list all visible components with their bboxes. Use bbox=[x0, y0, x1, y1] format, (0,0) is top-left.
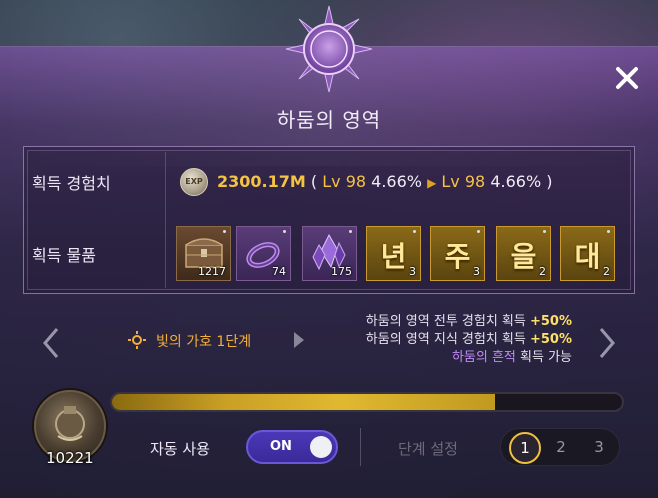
item-dot bbox=[223, 230, 226, 233]
item-count: 74 bbox=[272, 265, 286, 278]
chevron-left-icon[interactable] bbox=[40, 326, 62, 360]
level-from: Lv 98 bbox=[322, 172, 367, 191]
buff-effect-text: 획득 가능 bbox=[515, 350, 572, 365]
progress-bar bbox=[110, 392, 624, 412]
exp-row-label: 획득 경험치 bbox=[32, 174, 111, 193]
item-dot bbox=[413, 230, 416, 233]
progress-fill bbox=[112, 394, 495, 410]
stage-2-button[interactable]: 2 bbox=[545, 432, 577, 464]
item-slot-glyph-4[interactable]: 대 2 bbox=[560, 226, 615, 281]
item-slot-chest[interactable]: 1217 bbox=[176, 226, 231, 281]
item-count: 3 bbox=[473, 265, 480, 278]
item-slot-glyph-1[interactable]: 년 3 bbox=[366, 226, 421, 281]
triangle-right-icon bbox=[294, 332, 304, 348]
stage-3-button[interactable]: 3 bbox=[583, 432, 615, 464]
item-slot-bracelet[interactable]: 74 bbox=[236, 226, 291, 281]
exp-paren-close: ) bbox=[541, 172, 553, 191]
item-slot-glyph-3[interactable]: 을 2 bbox=[496, 226, 551, 281]
potion-count: 10221 bbox=[46, 449, 94, 467]
buff-effect-percent: +50% bbox=[529, 332, 572, 347]
item-slot-glyph-2[interactable]: 주 3 bbox=[430, 226, 485, 281]
item-dot bbox=[607, 230, 610, 233]
item-dot bbox=[477, 230, 480, 233]
item-dot bbox=[543, 230, 546, 233]
stage-setting-label: 단계 설정 bbox=[398, 440, 458, 458]
exp-coin-icon: EXP bbox=[180, 168, 208, 196]
items-row-label: 획득 물품 bbox=[32, 246, 96, 265]
buff-effect-text: 하둠의 영역 지식 경험치 획득 bbox=[365, 332, 530, 347]
exp-value-line: 2300.17M ( Lv 98 4.66% ▶ Lv 98 4.66% ) bbox=[217, 172, 552, 191]
item-count: 3 bbox=[409, 265, 416, 278]
buff-name: 빛의 가호 1단계 bbox=[156, 334, 252, 350]
auto-use-label: 자동 사용 bbox=[150, 440, 210, 458]
buff-effects: 하둠의 영역 전투 경험치 획득 +50% 하둠의 영역 지식 경험치 획득 +… bbox=[312, 313, 572, 367]
toggle-label: ON bbox=[270, 439, 292, 454]
buff-effect-text: 하둠의 영역 전투 경험치 획득 bbox=[365, 314, 530, 329]
item-count: 1217 bbox=[198, 265, 226, 278]
treasure-chest-icon bbox=[185, 238, 223, 268]
buff-effect-percent: +50% bbox=[529, 314, 572, 329]
buff-effect-combat: 하둠의 영역 전투 경험치 획득 +50% bbox=[312, 313, 572, 331]
sun-moon-emblem-icon bbox=[285, 5, 373, 93]
auto-use-toggle[interactable]: ON bbox=[246, 430, 338, 464]
buff-effect-highlight: 하둠의 흔적 bbox=[451, 350, 516, 365]
stage-selector: 1 2 3 bbox=[500, 428, 620, 466]
exp-amount: 2300.17M bbox=[217, 172, 306, 191]
dialog-title: 하둠의 영역 bbox=[276, 108, 382, 132]
arrow-right-icon: ▶ bbox=[427, 176, 437, 190]
rewards-divider bbox=[165, 152, 166, 288]
percent-from: 4.66% bbox=[371, 172, 422, 191]
buff-effect-trace: 하둠의 흔적 획득 가능 bbox=[312, 349, 572, 367]
divider bbox=[360, 428, 361, 466]
percent-to: 4.66% bbox=[490, 172, 542, 191]
buff-effect-knowledge: 하둠의 영역 지식 경험치 획득 +50% bbox=[312, 331, 572, 349]
close-icon[interactable] bbox=[611, 62, 643, 94]
stage-1-button[interactable]: 1 bbox=[509, 432, 541, 464]
chevron-right-icon[interactable] bbox=[596, 326, 618, 360]
item-count: 2 bbox=[539, 265, 546, 278]
level-to: Lv 98 bbox=[441, 172, 486, 191]
item-slot-crystal[interactable]: 175 bbox=[302, 226, 357, 281]
item-dot bbox=[283, 230, 286, 233]
item-dot bbox=[349, 230, 352, 233]
item-count: 175 bbox=[331, 265, 352, 278]
toggle-knob bbox=[310, 436, 332, 458]
sun-icon bbox=[128, 331, 146, 349]
exp-paren-open: ( bbox=[310, 172, 323, 191]
item-count: 2 bbox=[603, 265, 610, 278]
